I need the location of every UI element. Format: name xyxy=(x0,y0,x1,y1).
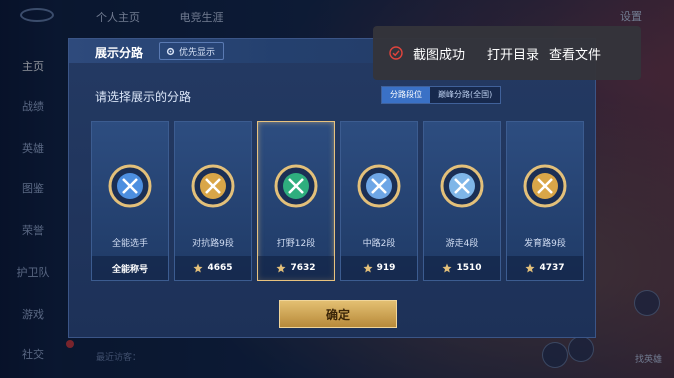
rank-star-icon xyxy=(525,263,535,273)
lane-display-dialog: 展示分路 优先显示 请选择展示的分路 分路段位 巅峰分路(全国) 全能选手全能称… xyxy=(68,38,596,338)
lane-card-score-value: 4737 xyxy=(539,263,565,273)
check-circle-icon xyxy=(389,46,403,60)
lane-tab-switch: 分路段位 巅峰分路(全国) xyxy=(381,86,502,104)
lane-card-score-value: 1510 xyxy=(456,263,482,273)
select-lane-prompt: 请选择展示的分路 xyxy=(95,90,192,104)
tab-peak-lane-national[interactable]: 巅峰分路(全国) xyxy=(430,87,500,103)
lane-emblem-icon xyxy=(274,164,318,208)
rank-star-icon xyxy=(363,263,373,273)
open-directory-button[interactable]: 打开目录 xyxy=(487,44,539,63)
priority-display-button[interactable]: 优先显示 xyxy=(159,42,225,60)
lane-card-score: 919 xyxy=(341,256,417,280)
lane-card-score: 全能称号 xyxy=(92,256,168,280)
priority-display-label: 优先显示 xyxy=(179,47,216,58)
lane-card-score: 7632 xyxy=(258,256,334,280)
lane-card-score-value: 919 xyxy=(376,263,396,273)
lane-card[interactable]: 发育路9段 4737 xyxy=(506,121,584,281)
lane-card[interactable]: 对抗路9段 4665 xyxy=(174,121,252,281)
lane-card-label: 中路2段 xyxy=(362,239,396,249)
lane-card[interactable]: 游走4段 1510 xyxy=(423,121,501,281)
screenshot-toast: 截图成功 打开目录 查看文件 xyxy=(373,26,641,80)
lane-card-score: 1510 xyxy=(424,256,500,280)
dialog-title: 展示分路 xyxy=(95,46,144,60)
lane-card-list: 全能选手 全能称号 对抗路9段 4665 打野12段 7632 中路2段 919 游走4段 151… xyxy=(91,121,585,281)
lane-emblem-icon xyxy=(191,164,235,208)
screenshot-success-text: 截图成功 xyxy=(413,47,466,63)
confirm-button[interactable]: 确定 xyxy=(279,300,397,328)
lane-card-label: 打野12段 xyxy=(276,239,316,249)
view-file-button[interactable]: 查看文件 xyxy=(549,44,601,63)
lane-card-score-value: 全能称号 xyxy=(111,264,148,275)
lane-emblem-icon xyxy=(357,164,401,208)
lane-card-score-value: 4665 xyxy=(207,263,233,273)
lane-card-score-value: 7632 xyxy=(290,263,316,273)
lane-emblem-icon xyxy=(108,164,152,208)
lane-card-label: 对抗路9段 xyxy=(192,239,234,249)
lane-card-score: 4737 xyxy=(507,256,583,280)
lane-card-label: 全能选手 xyxy=(111,239,148,249)
lane-card[interactable]: 全能选手 全能称号 xyxy=(91,121,169,281)
lane-card-label: 发育路9段 xyxy=(524,239,566,249)
rank-star-icon xyxy=(276,263,286,273)
gear-icon xyxy=(166,47,175,55)
lane-card-label: 游走4段 xyxy=(445,239,479,249)
lane-emblem-icon xyxy=(440,164,484,208)
tab-lane-rank[interactable]: 分路段位 xyxy=(382,87,430,103)
lane-card-score: 4665 xyxy=(175,256,251,280)
lane-emblem-icon xyxy=(523,164,567,208)
rank-star-icon xyxy=(442,263,452,273)
lane-card[interactable]: 打野12段 7632 xyxy=(257,121,335,281)
lane-card[interactable]: 中路2段 919 xyxy=(340,121,418,281)
rank-star-icon xyxy=(193,263,203,273)
